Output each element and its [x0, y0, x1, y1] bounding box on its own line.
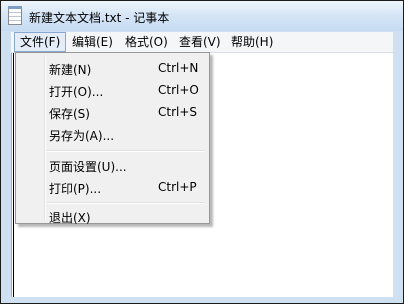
- menu-item-shortcut: Ctrl+N: [158, 61, 199, 75]
- window-title: 新建文本文档.txt - 记事本: [29, 11, 170, 25]
- menu-item-label: 页面设置(U)...: [49, 160, 127, 174]
- menu-edit[interactable]: 编辑(E): [67, 32, 118, 52]
- menu-item-label: 打印(P)...: [49, 182, 102, 196]
- menu-help[interactable]: 帮助(H): [226, 32, 278, 52]
- menu-item-shortcut: Ctrl+P: [158, 180, 197, 194]
- menu-item-page-setup[interactable]: 页面设置(U)...: [18, 154, 207, 176]
- notepad-window: 新建文本文档.txt - 记事本 文件(F) 编辑(E) 格式(O) 查看(V)…: [0, 0, 404, 304]
- menu-file[interactable]: 文件(F): [14, 32, 67, 52]
- menu-item-label: 打开(O)...: [49, 85, 104, 99]
- menu-item-new[interactable]: 新建(N) Ctrl+N: [18, 57, 207, 79]
- menu-item-label: 退出(X): [49, 211, 91, 225]
- menu-format[interactable]: 格式(O): [120, 32, 173, 52]
- menu-item-print[interactable]: 打印(P)... Ctrl+P: [18, 176, 207, 198]
- menu-item-label: 保存(S): [49, 107, 90, 121]
- title-bar[interactable]: 新建文本文档.txt - 记事本: [1, 1, 403, 31]
- editor-left-edge: [13, 53, 14, 297]
- menu-item-exit[interactable]: 退出(X): [18, 205, 207, 227]
- file-menu-dropdown: 新建(N) Ctrl+N 打开(O)... Ctrl+O 保存(S) Ctrl+…: [15, 52, 210, 227]
- menu-item-save[interactable]: 保存(S) Ctrl+S: [18, 101, 207, 123]
- menu-item-shortcut: Ctrl+O: [158, 83, 199, 97]
- menu-item-label: 另存为(A)...: [49, 129, 115, 143]
- menu-item-save-as[interactable]: 另存为(A)...: [18, 123, 207, 145]
- menu-separator: [47, 150, 205, 152]
- menu-separator: [47, 202, 205, 204]
- menu-view[interactable]: 查看(V): [174, 32, 226, 52]
- menu-item-open[interactable]: 打开(O)... Ctrl+O: [18, 79, 207, 101]
- menu-item-label: 新建(N): [49, 63, 92, 77]
- menu-item-shortcut: Ctrl+S: [158, 105, 198, 119]
- notepad-icon: [8, 6, 22, 25]
- menu-bar: 文件(F) 编辑(E) 格式(O) 查看(V) 帮助(H): [11, 32, 393, 53]
